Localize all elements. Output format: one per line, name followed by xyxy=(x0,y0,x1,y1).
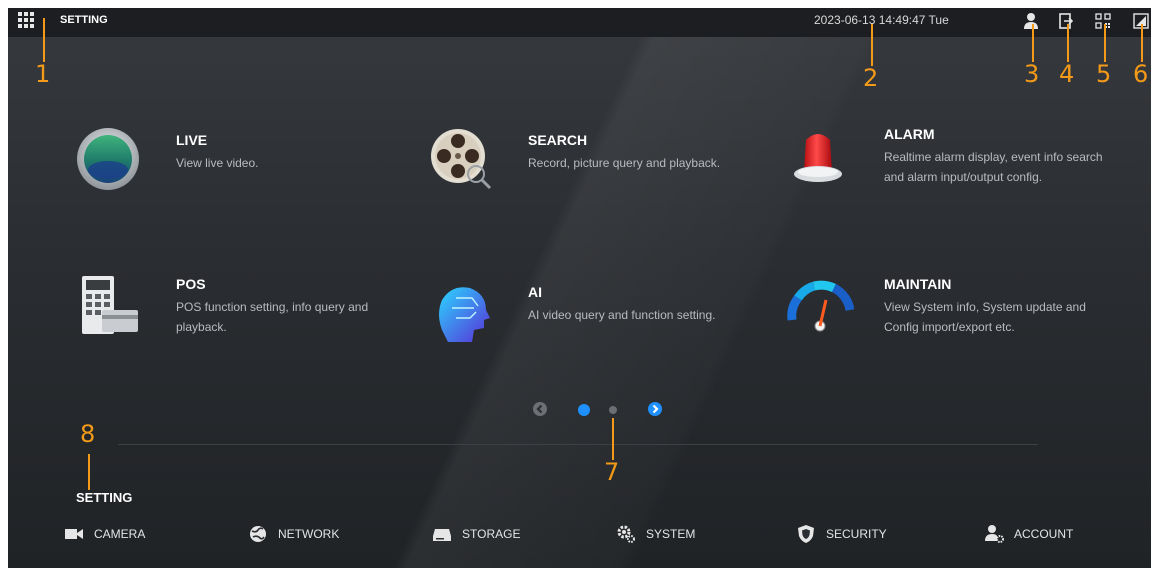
tile-title: MAINTAIN xyxy=(884,276,952,292)
alarm-siren-icon xyxy=(794,134,842,182)
annotation-5-label: 5 xyxy=(1096,60,1112,88)
main-screen: SETTING 2023-06-13 14:49:47 Tue LIVE Vie… xyxy=(8,8,1151,568)
account-icon xyxy=(985,525,1004,543)
maintain-tile[interactable]: MAINTAIN View System info, System update… xyxy=(784,270,1114,360)
tile-title: SEARCH xyxy=(528,132,588,148)
annotation-3-line xyxy=(1032,24,1034,62)
setting-label: NETWORK xyxy=(278,527,340,541)
setting-section-title: SETTING xyxy=(76,490,133,505)
tile-description: Realtime alarm display, event info searc… xyxy=(884,150,1103,184)
tile-description: View live video. xyxy=(176,156,259,170)
setting-label: ACCOUNT xyxy=(1014,527,1074,541)
page-dot-active[interactable] xyxy=(578,404,590,416)
setting-label: CAMERA xyxy=(94,527,146,541)
top-bar-title: SETTING xyxy=(60,14,108,26)
divider xyxy=(118,444,1038,445)
network-globe-icon xyxy=(250,526,266,542)
alarm-tile[interactable]: ALARM Realtime alarm display, event info… xyxy=(784,120,1114,210)
pos-terminal-icon xyxy=(82,276,138,334)
next-page-icon[interactable] xyxy=(647,401,663,417)
search-film-reel-icon xyxy=(431,129,492,190)
setting-label: STORAGE xyxy=(462,527,521,541)
annotation-2-line xyxy=(871,24,873,66)
camera-icon xyxy=(65,529,83,539)
gauge-icon xyxy=(787,280,854,332)
annotation-5-line xyxy=(1104,24,1106,62)
annotation-7-line xyxy=(612,418,614,460)
tile-title: POS xyxy=(176,276,206,292)
logout-icon[interactable] xyxy=(1058,12,1074,30)
ai-tile[interactable]: AI AI video query and function setting. xyxy=(428,278,758,368)
annotation-4-line xyxy=(1067,24,1069,62)
page-dot[interactable] xyxy=(609,406,617,414)
tile-title: LIVE xyxy=(176,132,208,148)
setting-label: SYSTEM xyxy=(646,527,696,541)
tile-description: View System info, System update and Conf… xyxy=(884,300,1086,334)
tile-description: Record, picture query and playback. xyxy=(528,156,721,170)
top-bar: SETTING 2023-06-13 14:49:47 Tue xyxy=(8,8,1151,37)
tile-title: AI xyxy=(528,284,542,300)
annotation-7-label: 7 xyxy=(604,458,620,486)
annotation-1-line xyxy=(43,18,45,62)
live-icon xyxy=(77,128,139,190)
annotation-6-label: 6 xyxy=(1133,60,1149,88)
main-menu-grid-icon[interactable] xyxy=(18,12,34,28)
qr-code-icon[interactable] xyxy=(1095,12,1111,30)
setting-label: SECURITY xyxy=(826,527,887,541)
system-datetime: 2023-06-13 14:49:47 Tue xyxy=(814,13,949,27)
search-tile[interactable]: SEARCH Record, picture query and playbac… xyxy=(428,126,758,216)
shield-icon xyxy=(798,525,814,543)
annotation-8-line xyxy=(88,454,90,490)
tile-description: AI video query and function setting. xyxy=(528,308,716,322)
live-tile[interactable]: LIVE View live video. xyxy=(76,126,406,216)
tile-title: ALARM xyxy=(884,126,935,142)
annotation-4-label: 4 xyxy=(1059,60,1075,88)
user-icon[interactable] xyxy=(1023,12,1039,30)
previous-page-icon[interactable] xyxy=(532,401,548,417)
storage-disk-icon xyxy=(433,529,451,541)
annotation-8-label: 8 xyxy=(80,420,96,448)
annotation-3-label: 3 xyxy=(1024,60,1040,88)
pos-tile[interactable]: POS POS function setting, info query and… xyxy=(76,270,406,360)
annotation-1-label: 1 xyxy=(35,60,51,88)
gears-icon xyxy=(617,525,635,543)
annotation-6-line xyxy=(1141,24,1143,62)
tile-description: POS function setting, info query and pla… xyxy=(176,300,369,334)
annotation-2-label: 2 xyxy=(863,64,879,92)
ai-head-icon xyxy=(439,287,490,342)
